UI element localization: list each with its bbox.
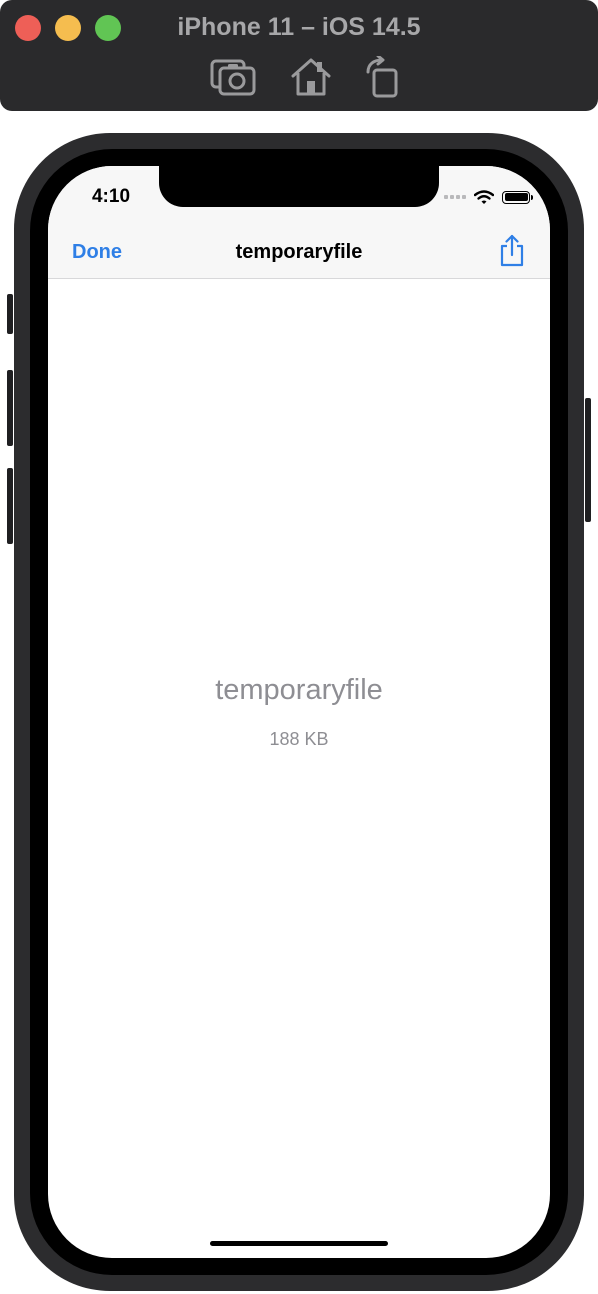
home-icon[interactable]: [288, 56, 334, 100]
done-button[interactable]: Done: [72, 238, 122, 266]
cellular-signal-icon: [444, 195, 466, 199]
wifi-icon: [474, 189, 494, 204]
battery-icon: [502, 190, 533, 204]
simulator-toolbar: [0, 56, 598, 100]
preview-file-name: temporaryfile: [215, 674, 383, 706]
simulator-window-title: iPhone 11 – iOS 14.5: [177, 13, 421, 41]
volume-down-button: [7, 468, 13, 544]
window-minimize-button[interactable]: [55, 15, 81, 41]
navigation-bar: Done temporaryfile: [48, 226, 550, 279]
share-icon[interactable]: [498, 234, 526, 268]
camera-screenshot-icon[interactable]: [210, 56, 256, 100]
mute-switch: [7, 294, 13, 334]
status-icons: [444, 186, 533, 208]
device-notch: [159, 166, 439, 207]
nav-title: temporaryfile: [235, 241, 363, 263]
simulator-titlebar: iPhone 11 – iOS 14.5: [0, 0, 598, 111]
volume-up-button: [7, 370, 13, 446]
rotate-icon[interactable]: [362, 56, 408, 100]
window-close-button[interactable]: [15, 15, 41, 41]
power-button: [585, 398, 591, 522]
device-screen: 4:10 Done temporaryfile temporaryfile 18…: [48, 166, 550, 1258]
home-indicator[interactable]: [210, 1241, 388, 1246]
window-zoom-button[interactable]: [95, 15, 121, 41]
preview-file-size: 188 KB: [269, 729, 329, 749]
status-time: 4:10: [91, 186, 131, 207]
